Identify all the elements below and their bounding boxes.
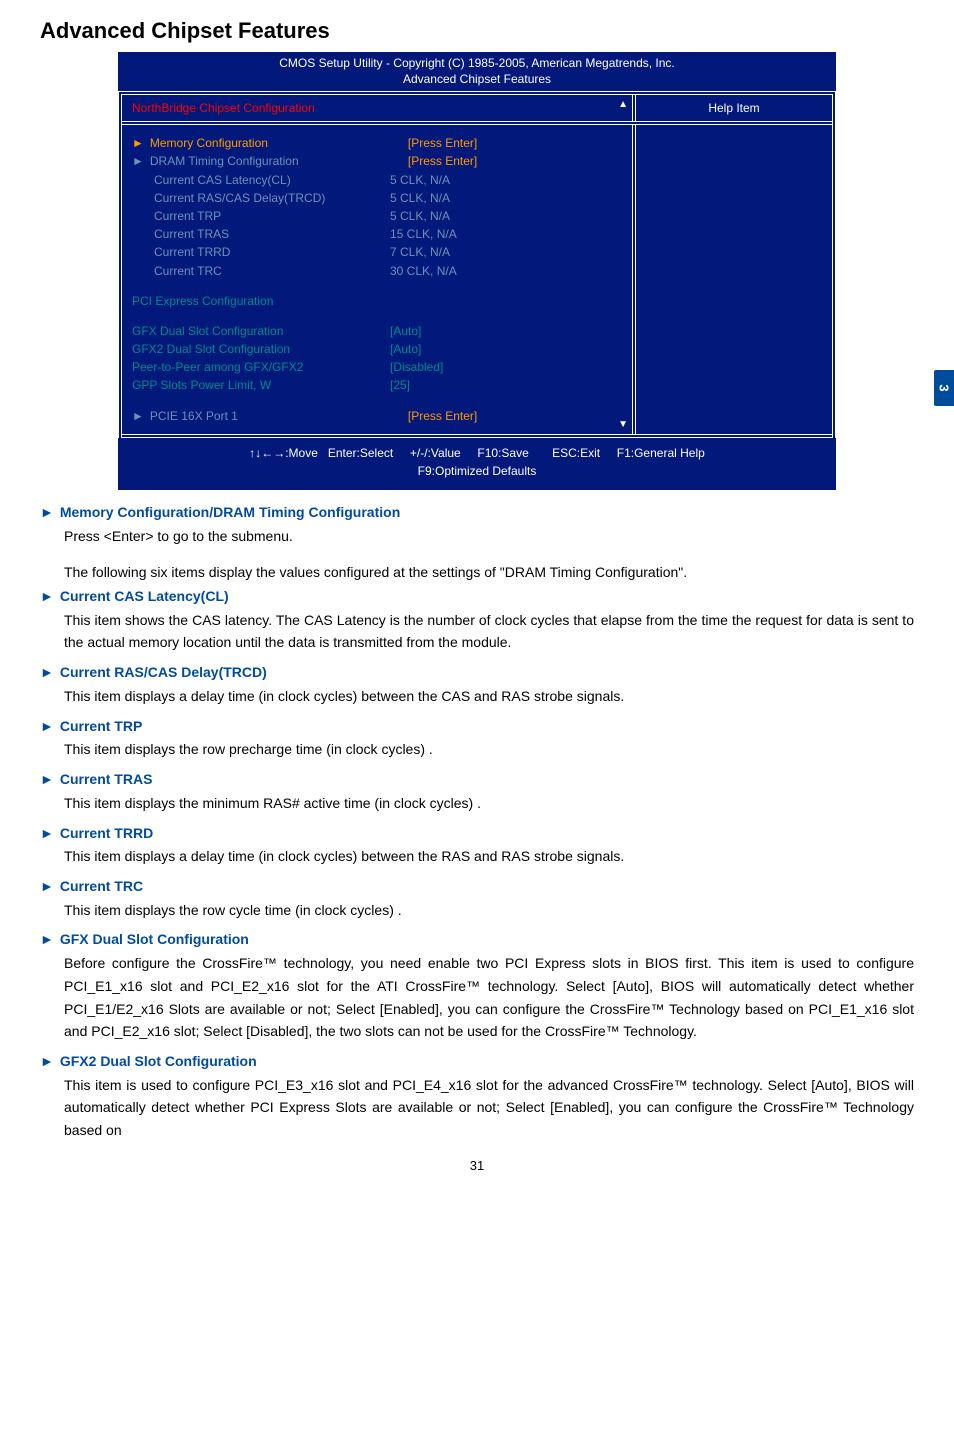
row-pcie: PCIE 16X Port 1 [150, 408, 408, 424]
desc-gfx-text: Before configure the CrossFire™ technolo… [64, 952, 914, 1043]
triangle-icon: ► [40, 825, 54, 842]
row-pcie-val: [Press Enter] [408, 408, 622, 424]
triangle-icon: ► [40, 878, 54, 895]
row-peer-val: [Disabled] [390, 359, 622, 375]
bios-header-right: Help Item [708, 101, 759, 115]
desc-rascas-title: Current RAS/CAS Delay(TRCD) [60, 664, 267, 680]
page-title: Advanced Chipset Features [40, 18, 330, 43]
row-gfx2: GFX2 Dual Slot Configuration [132, 341, 390, 357]
row-tras: Current TRAS [154, 226, 390, 242]
triangle-icon: ► [40, 771, 54, 788]
triangle-icon: ► [40, 718, 54, 735]
bios-title-line2: Advanced Chipset Features [118, 72, 836, 88]
desc-trrd-title: Current TRRD [60, 825, 153, 841]
scroll-down-icon: ▼ [618, 419, 628, 430]
row-gfx-val: [Auto] [390, 323, 622, 339]
desc-lead-text: The following six items display the valu… [64, 561, 914, 584]
row-trp-val: 5 CLK, N/A [390, 208, 622, 224]
row-trrd: Current TRRD [154, 244, 390, 260]
row-cas: Current CAS Latency(CL) [154, 172, 390, 188]
row-dram-val: [Press Enter] [408, 153, 622, 169]
desc-trc-title: Current TRC [60, 878, 143, 894]
row-peer: Peer-to-Peer among GFX/GFX2 [132, 359, 390, 375]
desc-cas-text: This item shows the CAS latency. The CAS… [64, 609, 914, 654]
triangle-icon: ► [40, 504, 54, 521]
desc-tras-text: This item displays the minimum RAS# acti… [64, 792, 914, 815]
bios-footer-line2: F9:Optimized Defaults [418, 464, 537, 478]
desc-trp-title: Current TRP [60, 718, 142, 734]
row-mem-cfg: Memory Configuration [150, 135, 408, 151]
row-cas-val: 5 CLK, N/A [390, 172, 622, 188]
bios-footer-line1: ↑↓←→:Move Enter:Select +/-/:Value F10:Sa… [249, 446, 705, 460]
row-trc-val: 30 CLK, N/A [390, 263, 622, 279]
row-gfx2-val: [Auto] [390, 341, 622, 357]
bios-title-line1: CMOS Setup Utility - Copyright (C) 1985-… [118, 56, 836, 72]
desc-memcfg-text: Press <Enter> to go to the submenu. [64, 525, 914, 548]
desc-memcfg-title: Memory Configuration/DRAM Timing Configu… [60, 504, 400, 520]
desc-tras-title: Current TRAS [60, 771, 153, 787]
row-trrd-val: 7 CLK, N/A [390, 244, 622, 260]
desc-gfx2-text: This item is used to configure PCI_E3_x1… [64, 1074, 914, 1142]
row-dram: DRAM Timing Configuration [150, 153, 408, 169]
desc-trc-text: This item displays the row cycle time (i… [64, 899, 914, 922]
row-gpp: GPP Slots Power Limit, W [132, 377, 390, 393]
row-gpp-val: [25] [390, 377, 622, 393]
desc-trrd-text: This item displays a delay time (in cloc… [64, 845, 914, 868]
row-trc: Current TRC [154, 263, 390, 279]
desc-cas-title: Current CAS Latency(CL) [60, 588, 229, 604]
scroll-up-icon: ▲ [618, 99, 628, 110]
row-mem-cfg-val: [Press Enter] [408, 135, 622, 151]
page-number: 31 [40, 1158, 914, 1173]
row-rastrcd: Current RAS/CAS Delay(TRCD) [154, 190, 390, 206]
row-rastrcd-val: 5 CLK, N/A [390, 190, 622, 206]
triangle-icon: ► [40, 588, 54, 605]
desc-trp-text: This item displays the row precharge tim… [64, 738, 914, 761]
bios-screenshot: CMOS Setup Utility - Copyright (C) 1985-… [118, 52, 836, 490]
triangle-icon: ► [40, 931, 54, 948]
desc-gfx-title: GFX Dual Slot Configuration [60, 931, 249, 947]
triangle-icon: ► [40, 1053, 54, 1070]
row-pci-exp: PCI Express Configuration [132, 293, 273, 309]
row-tras-val: 15 CLK, N/A [390, 226, 622, 242]
desc-rascas-text: This item displays a delay time (in cloc… [64, 685, 914, 708]
page-tab: 3 [934, 370, 954, 406]
row-gfx: GFX Dual Slot Configuration [132, 323, 390, 339]
triangle-icon: ► [40, 664, 54, 681]
desc-gfx2-title: GFX2 Dual Slot Configuration [60, 1053, 257, 1069]
bios-header-left: NorthBridge Chipset Configuration [132, 101, 315, 115]
row-trp: Current TRP [154, 208, 390, 224]
